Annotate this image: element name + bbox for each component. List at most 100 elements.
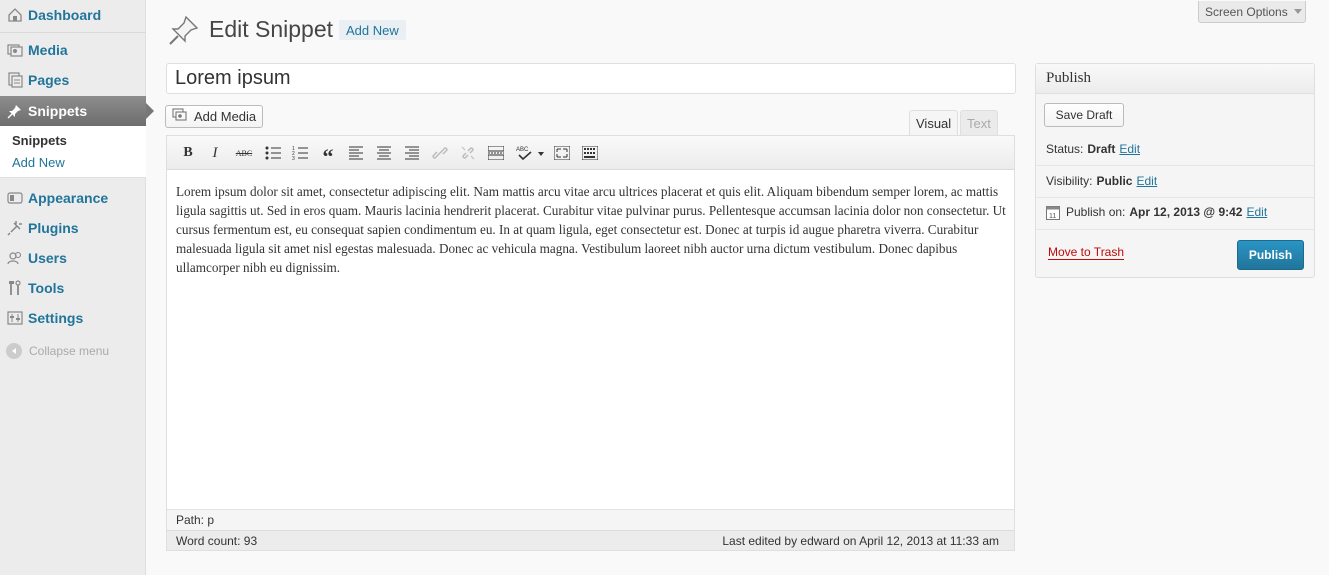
- menu-pages[interactable]: Pages: [0, 65, 146, 95]
- media-icon: [6, 41, 24, 59]
- collapse-menu[interactable]: Collapse menu: [6, 343, 109, 359]
- pushpin-icon: [6, 102, 24, 120]
- align-center-icon: [377, 146, 391, 160]
- svg-text:11: 11: [1049, 213, 1056, 220]
- pushpin-icon: [168, 14, 200, 46]
- divider: [1036, 229, 1314, 230]
- align-left-button[interactable]: [345, 143, 367, 163]
- menu-plugins[interactable]: Plugins: [0, 213, 146, 243]
- users-icon: [6, 249, 24, 267]
- align-left-icon: [349, 146, 363, 160]
- editor-status-bar: Word count: 93 Last edited by edward on …: [167, 530, 1014, 550]
- numbered-list-button[interactable]: 123: [289, 143, 311, 163]
- menu-dashboard-label: Dashboard: [28, 7, 102, 23]
- fullscreen-icon: [554, 146, 570, 160]
- divider: [1036, 165, 1314, 166]
- pages-icon: [6, 71, 24, 89]
- spellcheck-button[interactable]: ABC: [514, 143, 546, 163]
- move-to-trash-link[interactable]: Move to Trash: [1048, 245, 1125, 260]
- visibility-value: Public: [1096, 174, 1133, 188]
- menu-settings-label: Settings: [28, 310, 84, 326]
- kitchen-sink-button[interactable]: [579, 143, 601, 163]
- appearance-icon: [6, 189, 24, 207]
- publish-box: Publish Save Draft Status: Draft Edit Vi…: [1035, 63, 1315, 278]
- menu-appearance-label: Appearance: [28, 190, 109, 206]
- bullet-list-button[interactable]: [262, 143, 284, 163]
- menu-media-label: Media: [28, 42, 68, 58]
- menu-appearance[interactable]: Appearance: [0, 183, 146, 213]
- settings-icon: [6, 309, 24, 327]
- menu-tools[interactable]: Tools: [0, 273, 146, 303]
- page-title: Edit Snippet: [209, 16, 334, 42]
- caret-down-icon: [1293, 9, 1302, 14]
- svg-text:3: 3: [292, 156, 295, 160]
- save-draft-button[interactable]: Save Draft: [1044, 103, 1124, 127]
- collapse-arrow-icon: [6, 343, 22, 359]
- dashboard-icon: [6, 6, 24, 24]
- fullscreen-button[interactable]: [551, 143, 573, 163]
- strikethrough-button[interactable]: ABC: [233, 143, 255, 163]
- menu-media[interactable]: Media: [0, 35, 146, 65]
- screen-options-button[interactable]: Screen Options: [1198, 1, 1306, 23]
- edit-visibility-link[interactable]: Edit: [1136, 174, 1157, 188]
- kitchen-sink-icon: [582, 146, 598, 160]
- status-value: Draft: [1087, 142, 1116, 156]
- edit-status-link[interactable]: Edit: [1119, 142, 1140, 156]
- status-label: Status:: [1046, 142, 1084, 156]
- menu-dashboard[interactable]: Dashboard: [0, 0, 146, 30]
- menu-settings[interactable]: Settings: [0, 303, 146, 333]
- spellcheck-icon: ABC: [516, 147, 544, 161]
- menu-pages-label: Pages: [28, 72, 70, 88]
- word-count: Word count: 93: [176, 533, 258, 548]
- last-edited: Last edited by edward on April 12, 2013 …: [722, 533, 999, 548]
- bold-button[interactable]: B: [177, 143, 199, 163]
- add-media-label: Add Media: [194, 109, 257, 124]
- bullet-list-icon: [265, 146, 281, 160]
- media-icon: [172, 108, 188, 125]
- visibility-label: Visibility:: [1046, 174, 1093, 188]
- post-title-input[interactable]: Lorem ipsum: [166, 63, 1016, 94]
- insert-more-button[interactable]: [485, 143, 507, 163]
- tab-visual[interactable]: Visual: [909, 110, 959, 136]
- unlink-icon: [461, 146, 475, 160]
- submenu-add-new[interactable]: Add New: [12, 155, 65, 170]
- visibility-row: Visibility: Public Edit: [1046, 174, 1157, 188]
- collapse-menu-label: Collapse menu: [29, 344, 110, 358]
- insert-link-button[interactable]: [429, 143, 451, 163]
- add-new-button[interactable]: Add New: [339, 20, 406, 40]
- publish-heading: Publish: [1036, 64, 1314, 94]
- menu-tools-label: Tools: [28, 280, 65, 296]
- menu-divider: [0, 32, 146, 33]
- publish-button[interactable]: Publish: [1237, 240, 1304, 270]
- content-editor: B I ABC 123 “ ABC Lorem ipsum dolor sit …: [166, 135, 1015, 551]
- editor-content[interactable]: Lorem ipsum dolor sit amet, consectetur …: [176, 182, 1008, 277]
- publish-on-row: 11 Publish on: Apr 12, 2013 @ 9:42 Edit: [1046, 204, 1267, 220]
- link-icon: [432, 147, 448, 159]
- menu-users-label: Users: [28, 250, 67, 266]
- align-right-button[interactable]: [401, 143, 423, 163]
- status-row: Status: Draft Edit: [1046, 142, 1140, 156]
- edit-publish-date-link[interactable]: Edit: [1246, 205, 1267, 219]
- unlink-button[interactable]: [457, 143, 479, 163]
- italic-button[interactable]: I: [204, 143, 226, 163]
- screen-options-label: Screen Options: [1205, 4, 1288, 19]
- svg-text:ABC: ABC: [516, 147, 529, 153]
- plugins-icon: [6, 219, 24, 237]
- align-center-button[interactable]: [373, 143, 395, 163]
- editor-toolbar: B I ABC 123 “ ABC: [167, 136, 1014, 170]
- admin-sidebar: Dashboard Media Pages Snippets Snippets …: [0, 0, 154, 575]
- publish-on-value: Apr 12, 2013 @ 9:42: [1129, 205, 1243, 219]
- align-right-icon: [405, 146, 419, 160]
- snippets-submenu: Snippets Add New: [0, 126, 146, 178]
- publish-on-label: Publish on:: [1066, 205, 1126, 219]
- read-more-icon: [488, 146, 504, 160]
- menu-snippets-label: Snippets: [28, 103, 88, 119]
- submenu-snippets[interactable]: Snippets: [12, 133, 67, 148]
- tab-text[interactable]: Text: [960, 110, 998, 136]
- menu-users[interactable]: Users: [0, 243, 146, 273]
- blockquote-button[interactable]: “: [317, 143, 339, 169]
- tools-icon: [6, 279, 24, 297]
- add-media-button[interactable]: Add Media: [165, 105, 263, 128]
- calendar-icon: 11: [1046, 204, 1060, 220]
- menu-snippets[interactable]: Snippets: [0, 96, 154, 126]
